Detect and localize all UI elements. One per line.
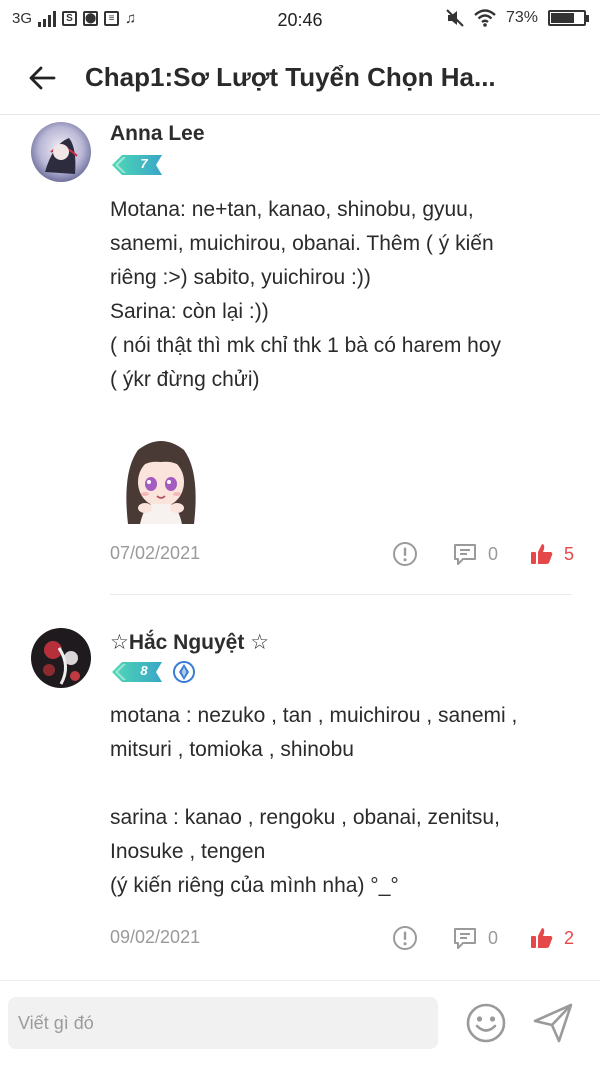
reply-button[interactable]: 0 — [452, 539, 498, 569]
comment-line — [110, 767, 570, 801]
comment-line: sarina : kanao , rengoku , obanai, zenit… — [110, 806, 500, 829]
comment-line: mitsuri , tomioka , shinobu — [110, 738, 354, 761]
comment-line: Sarina: còn lại :)) — [110, 300, 269, 323]
comment-text: motana : nezuko , tan , muichirou , sane… — [110, 699, 570, 903]
verified-badge-icon — [173, 661, 195, 683]
wifi-icon — [474, 9, 496, 27]
warning-icon — [393, 926, 417, 950]
mute-icon — [446, 9, 464, 27]
like-button[interactable]: 5 — [530, 539, 574, 569]
level-badge: 7 — [112, 155, 162, 175]
comment-date: 09/02/2021 — [110, 927, 201, 947]
battery-fill — [551, 13, 574, 23]
send-icon[interactable] — [531, 1001, 575, 1045]
battery-icon — [548, 10, 589, 26]
thumbs-up-icon — [531, 544, 553, 564]
report-button[interactable] — [392, 923, 418, 953]
level-badge: 8 — [112, 662, 162, 682]
reply-count: 0 — [488, 927, 499, 948]
comment-icon — [454, 928, 476, 949]
comment-meta: 07/02/2021 0 5 — [110, 539, 575, 569]
avatar[interactable] — [31, 628, 91, 688]
like-count: 2 — [564, 927, 575, 948]
like-count: 5 — [564, 543, 575, 564]
comment-line: riêng :>) sabito, yuichirou :)) — [110, 266, 371, 289]
comment-date: 07/02/2021 — [110, 543, 201, 563]
app-bar: Chap1:Sơ Lượt Tuyển Chọn Ha... — [0, 42, 600, 115]
avatar[interactable] — [31, 122, 91, 182]
comment-line: (ý kiến riêng của mình nha) °_° — [110, 874, 399, 897]
comment: Anna Lee 7 Motana: ne+tan, kanao, shinob… — [0, 114, 600, 599]
level-number: 7 — [140, 156, 148, 171]
author-name[interactable]: Anna Lee — [110, 122, 205, 146]
sticker-image — [126, 441, 196, 524]
reply-count: 0 — [488, 543, 499, 564]
like-button[interactable]: 2 — [530, 923, 574, 953]
comment-icon — [454, 544, 476, 565]
divider — [110, 594, 572, 595]
comment-line: ( nói thật thì mk chỉ thk 1 bà có harem … — [110, 334, 502, 357]
comment-text: Motana: ne+tan, kanao, shinobu, gyuu, sa… — [110, 193, 570, 397]
status-right: 73% — [446, 9, 589, 27]
back-button[interactable] — [22, 58, 62, 98]
comment-line: motana : nezuko , tan , muichirou , sane… — [110, 704, 518, 727]
comment-line: Inosuke , tengen — [110, 840, 266, 863]
smiley-icon[interactable] — [464, 1001, 508, 1045]
author-name[interactable]: ☆Hắc Nguyệt ☆ — [110, 630, 269, 655]
thumbs-up-icon — [531, 928, 553, 948]
comment-line: ( ýkr đừng chửi) — [110, 368, 260, 391]
reply-button[interactable]: 0 — [452, 923, 498, 953]
comment-composer — [0, 980, 600, 1068]
page-title: Chap1:Sơ Lượt Tuyển Chọn Ha... — [85, 62, 496, 92]
comment-line: Motana: ne+tan, kanao, shinobu, gyuu, — [110, 198, 474, 221]
comment-line: sanemi, muichirou, obanai. Thêm ( ý kiến — [110, 232, 494, 255]
comment-input[interactable] — [8, 997, 438, 1049]
arrow-left-icon — [29, 66, 56, 90]
comment: ☆Hắc Nguyệt ☆ 8 motana : nezuko , tan , … — [0, 600, 600, 980]
level-number: 8 — [140, 663, 148, 678]
status-bar: 3G S ⬤ ≡ ♫ 20:46 73% — [0, 0, 600, 42]
warning-icon — [393, 542, 417, 566]
report-button[interactable] — [392, 539, 418, 569]
battery-percent: 73% — [505, 9, 538, 26]
comment-meta: 09/02/2021 0 2 — [110, 923, 575, 953]
